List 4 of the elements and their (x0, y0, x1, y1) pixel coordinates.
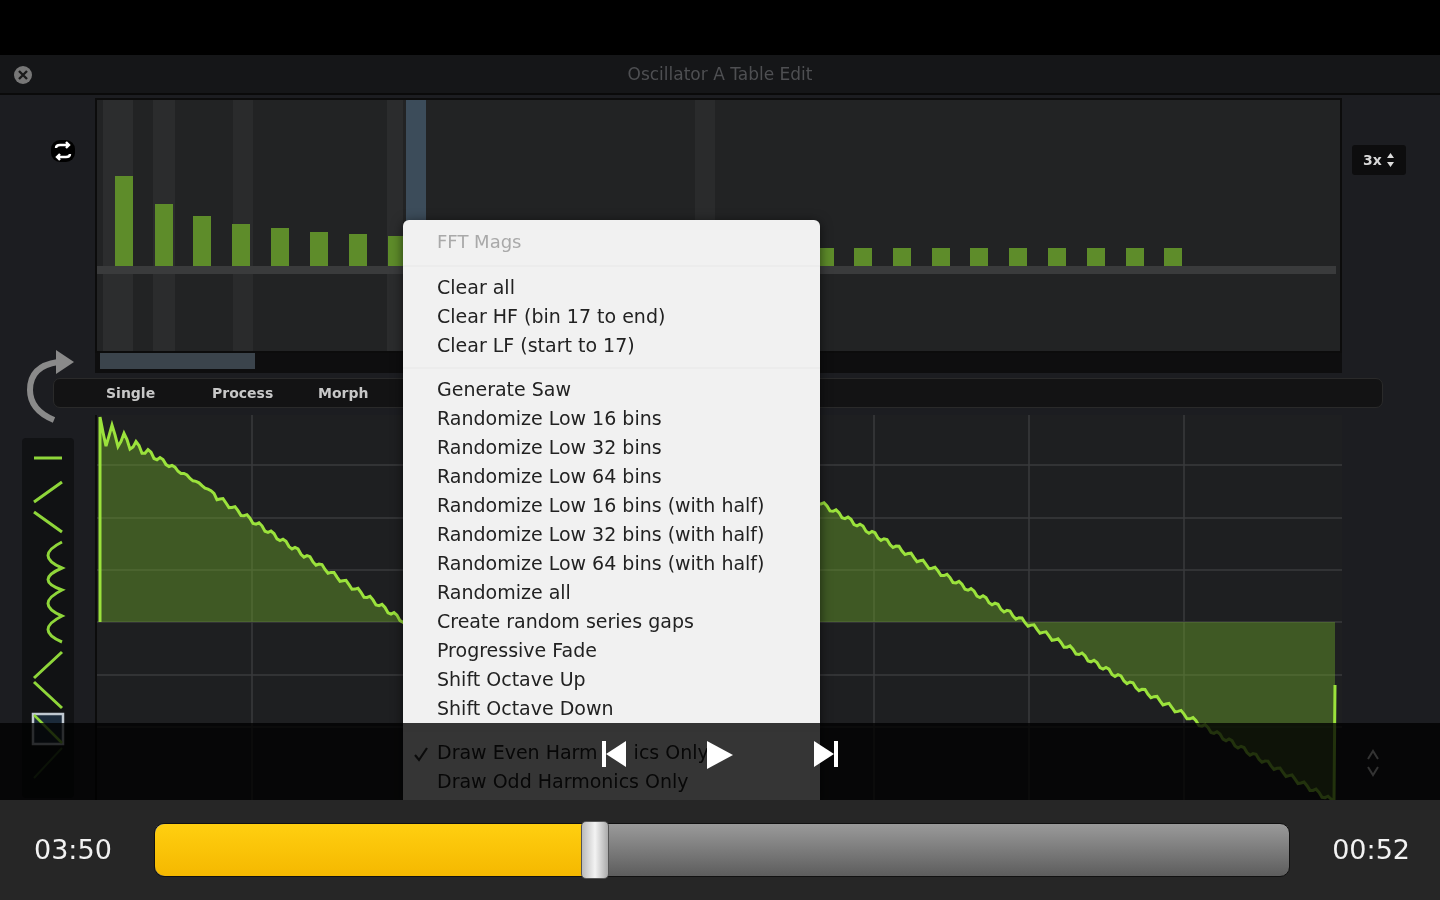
menu-header: FFT Mags (436, 230, 523, 254)
remaining-time: 00:52 (1331, 832, 1410, 867)
elapsed-time: 03:50 (34, 832, 113, 867)
window-title: Oscillator A Table Edit (627, 63, 813, 86)
